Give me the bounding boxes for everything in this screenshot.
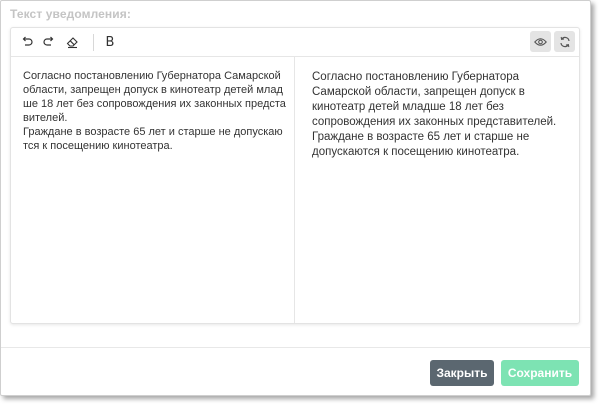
toolbar-separator [93,34,94,51]
footer-divider [1,347,590,348]
undo-icon [21,36,33,48]
editor-toolbar: B [11,28,579,57]
preview-toggle-button[interactable] [530,31,551,52]
redo-button[interactable] [39,32,59,52]
preview-paragraph: Согласно постановлению Губернатора Самар… [312,71,557,128]
sync-scroll-button[interactable] [554,31,575,52]
close-button[interactable]: Закрыть [430,360,494,386]
eraser-icon [66,36,79,49]
eye-icon [534,37,547,47]
notification-text-label: Текст уведомления: [10,7,131,21]
preview-paragraph: Граждане в возрасте 65 лет и старше не д… [312,131,530,158]
save-button[interactable]: Сохранить [501,360,579,386]
source-text-area[interactable]: Согласно постановлению Губернатора Самар… [11,57,295,323]
undo-button[interactable] [17,32,37,52]
markdown-editor: B Согласно постановлению Губернатора Сам… [10,27,580,324]
clear-format-button[interactable] [62,32,82,52]
preview-pane: Согласно постановлению Губернатора Самар… [296,57,579,323]
redo-icon [43,36,55,48]
bold-button[interactable]: B [100,32,120,52]
refresh-icon [559,36,571,48]
notification-modal: Текст уведомления: B Согласно постановле… [0,0,591,396]
